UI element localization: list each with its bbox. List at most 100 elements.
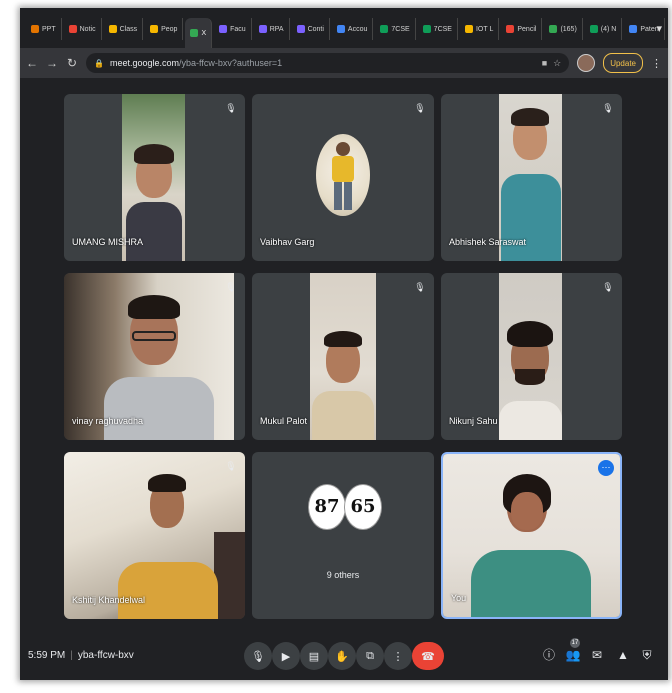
more-options-button[interactable]: ⋮ <box>384 642 412 670</box>
participant-tile[interactable]: 🎙 Nikunj Sahu <box>441 273 622 440</box>
browser-tab[interactable]: Pencil <box>501 18 543 40</box>
microphone-icon: 🎙 <box>251 650 265 663</box>
people-count-badge: 17 <box>570 638 580 648</box>
browser-tab[interactable]: (165) <box>544 18 583 40</box>
tab-favicon-icon <box>549 25 558 33</box>
muted-mic-icon: 🎙 <box>414 103 426 113</box>
participant-tile[interactable]: 🎙 vinay raghuvadha <box>64 273 245 440</box>
participant-name: You <box>451 593 467 603</box>
tab-label: Class <box>119 25 138 33</box>
participant-name: Abhishek Saraswat <box>449 237 527 247</box>
captions-icon: ▤ <box>308 650 320 663</box>
lock-icon[interactable]: 🔒 <box>94 59 104 68</box>
participant-tile[interactable]: 🎙 Kshitij Khandelwal <box>64 452 245 619</box>
browser-tab[interactable]: PPT <box>26 18 62 40</box>
participant-name: Nikunj Sahu <box>449 416 498 426</box>
tab-label: Accou <box>347 25 368 33</box>
people-icon[interactable]: 👥 17 <box>564 638 582 664</box>
browser-tab[interactable]: IOT L <box>460 18 500 40</box>
profile-avatar[interactable] <box>577 54 596 72</box>
meeting-time: 5:59 PM <box>28 650 66 661</box>
captions-button[interactable]: ▤ <box>300 642 328 670</box>
meet-favicon-icon <box>190 29 199 37</box>
meet-control-bar: 5:59 PM | yba-ffcw-bxv 🎙 ▶ ▤ ✋ ⧉ ⋮ ☎ ⓘ 👥 17… <box>20 636 668 680</box>
activities-icon[interactable]: ▲ <box>614 646 632 664</box>
tab-label: Pencil <box>517 25 537 33</box>
meet-window: PPT Notic Class Peop X Facu RPA Conti Ac… <box>20 8 668 680</box>
browser-tab[interactable]: 7CSE <box>375 18 416 40</box>
reload-icon[interactable]: ↻ <box>66 56 78 70</box>
browser-tab[interactable]: (4) N <box>585 18 623 40</box>
url-path: /yba-ffcw-bxv?authuser=1 <box>179 58 283 68</box>
participant-tile[interactable]: 🎙 Vaibhav Garg <box>252 94 434 261</box>
participant-name: Kshitij Khandelwal <box>72 595 146 605</box>
tab-search-icon[interactable]: ▾ <box>656 22 662 35</box>
browser-tab[interactable]: Notic <box>64 18 102 40</box>
others-count: 9 others <box>326 570 360 580</box>
participant-video <box>64 273 234 440</box>
participant-name: UMANG MISHRA <box>72 237 144 247</box>
tab-label: RPA <box>269 25 284 33</box>
tab-favicon-icon <box>296 25 305 33</box>
others-tile[interactable]: 87 65 9 others <box>252 452 434 619</box>
tab-label: (165) <box>560 25 577 33</box>
muted-mic-icon: 🎙 <box>225 461 237 471</box>
tab-label: IOT L <box>475 25 494 33</box>
bookmark-star-icon[interactable]: ☆ <box>553 58 561 69</box>
microphone-button[interactable]: 🎙 <box>244 642 272 670</box>
browser-tab[interactable]: 7CSE <box>418 18 458 40</box>
camera-button[interactable]: ▶ <box>272 642 300 670</box>
browser-tab[interactable]: RPA <box>254 18 290 40</box>
present-button[interactable]: ⧉ <box>356 642 384 670</box>
participant-tile[interactable]: 🎙 Mukul Palot <box>252 273 434 440</box>
chat-icon[interactable]: ✉ <box>588 646 606 664</box>
address-bar[interactable]: 🔒 meet.google.com/yba-ffcw-bxv?authuser=… <box>86 53 570 73</box>
browser-tab[interactable]: Accou <box>332 18 374 40</box>
participant-video <box>64 452 245 619</box>
browser-tab-active[interactable]: X <box>185 18 213 48</box>
camera-permission-icon[interactable]: ■ <box>542 58 547 68</box>
browser-toolbar: ← → ↻ 🔒 meet.google.com/yba-ffcw-bxv?aut… <box>20 48 668 78</box>
phone-hangup-icon: ☎ <box>421 650 435 663</box>
participant-name: Vaibhav Garg <box>260 237 315 247</box>
tab-label: (4) N <box>600 25 617 33</box>
tab-favicon-icon <box>68 25 77 33</box>
update-button[interactable]: Update <box>603 53 643 73</box>
tab-favicon-icon <box>31 25 39 33</box>
tab-label: 7CSE <box>433 25 452 33</box>
muted-mic-icon: 🎙 <box>225 103 237 113</box>
meeting-details-icon[interactable]: ⓘ <box>540 646 558 664</box>
tab-label: 7CSE <box>391 25 410 33</box>
tab-favicon-icon <box>629 25 638 33</box>
participant-video <box>499 94 562 261</box>
muted-mic-icon: 🎙 <box>225 282 237 292</box>
back-arrow-icon[interactable]: ← <box>26 56 38 70</box>
more-options-icon[interactable]: ⋯ <box>598 460 614 476</box>
tab-favicon-icon <box>258 25 267 33</box>
forward-arrow-icon[interactable]: → <box>46 56 58 70</box>
tab-close-label: X <box>201 29 207 37</box>
host-controls-icon[interactable]: ⛨ <box>638 646 656 664</box>
self-video <box>443 454 620 617</box>
tab-favicon-icon <box>219 25 228 33</box>
raise-hand-button[interactable]: ✋ <box>328 642 356 670</box>
tab-favicon-icon <box>150 25 159 33</box>
browser-tab[interactable]: Peop <box>145 18 184 40</box>
participant-video <box>122 94 185 261</box>
participant-tile[interactable]: 🎙 UMANG MISHRA <box>64 94 245 261</box>
browser-tab[interactable]: Conti <box>292 18 330 40</box>
tab-favicon-icon <box>506 25 515 33</box>
participant-tile[interactable]: 🎙 Abhishek Saraswat <box>441 94 622 261</box>
tab-favicon-icon <box>589 25 598 33</box>
browser-tab[interactable]: Class <box>104 18 144 40</box>
self-tile[interactable]: ⋯ You <box>441 452 622 619</box>
browser-menu-icon[interactable]: ⋮ <box>651 57 662 70</box>
camera-icon: ▶ <box>281 650 291 663</box>
url-host: meet.google.com <box>109 58 180 68</box>
end-call-button[interactable]: ☎ <box>412 642 444 670</box>
others-avatar: 65 <box>344 484 382 530</box>
browser-tab[interactable]: Facu <box>214 18 252 40</box>
hand-icon: ✋ <box>335 650 349 663</box>
tab-favicon-icon <box>336 25 345 33</box>
participant-name: vinay raghuvadha <box>72 416 144 426</box>
